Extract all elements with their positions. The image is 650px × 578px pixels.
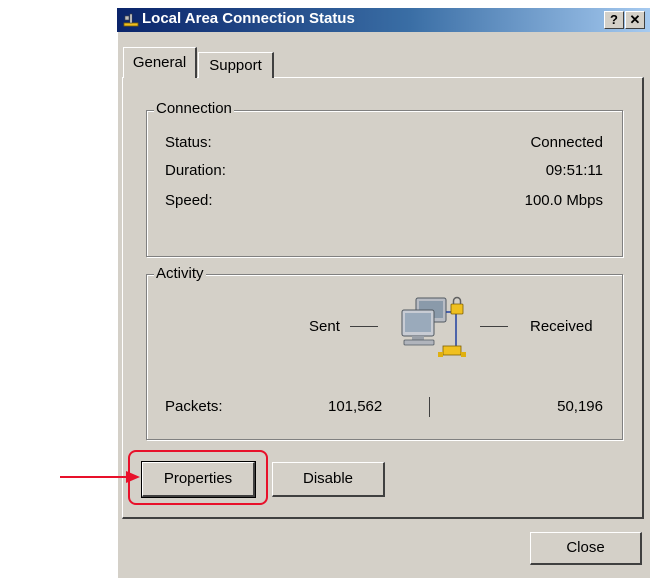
packets-received-value: 50,196 <box>557 398 603 415</box>
speed-value: 100.0 Mbps <box>524 192 603 209</box>
tab-support[interactable]: Support <box>198 52 274 78</box>
packets-sent-value: 101,562 <box>328 398 383 415</box>
disable-button[interactable]: Disable <box>272 462 385 497</box>
close-icon[interactable]: ✕ <box>625 11 645 29</box>
duration-label: Duration: <box>165 162 226 179</box>
close-button[interactable]: Close <box>530 532 642 565</box>
received-label: Received <box>530 318 593 335</box>
sent-line <box>350 326 378 327</box>
connection-group <box>146 110 623 257</box>
network-connection-icon <box>123 13 139 27</box>
activity-group <box>146 274 623 440</box>
arrow-right-icon <box>60 471 140 483</box>
speed-label: Speed: <box>165 192 213 209</box>
packets-label: Packets: <box>165 398 223 415</box>
network-computers-icon <box>401 296 466 357</box>
sent-label: Sent <box>309 318 340 335</box>
highlight-box <box>128 450 268 505</box>
help-button[interactable]: ? <box>604 11 624 29</box>
tab-general[interactable]: General <box>123 47 197 78</box>
received-line <box>480 326 508 327</box>
window-title: Local Area Connection Status <box>142 10 355 27</box>
connection-legend: Connection <box>154 100 234 117</box>
packets-divider <box>429 397 430 417</box>
duration-value: 09:51:11 <box>545 162 603 179</box>
status-label: Status: <box>165 134 212 151</box>
status-value: Connected <box>530 134 603 151</box>
activity-legend: Activity <box>154 265 206 282</box>
